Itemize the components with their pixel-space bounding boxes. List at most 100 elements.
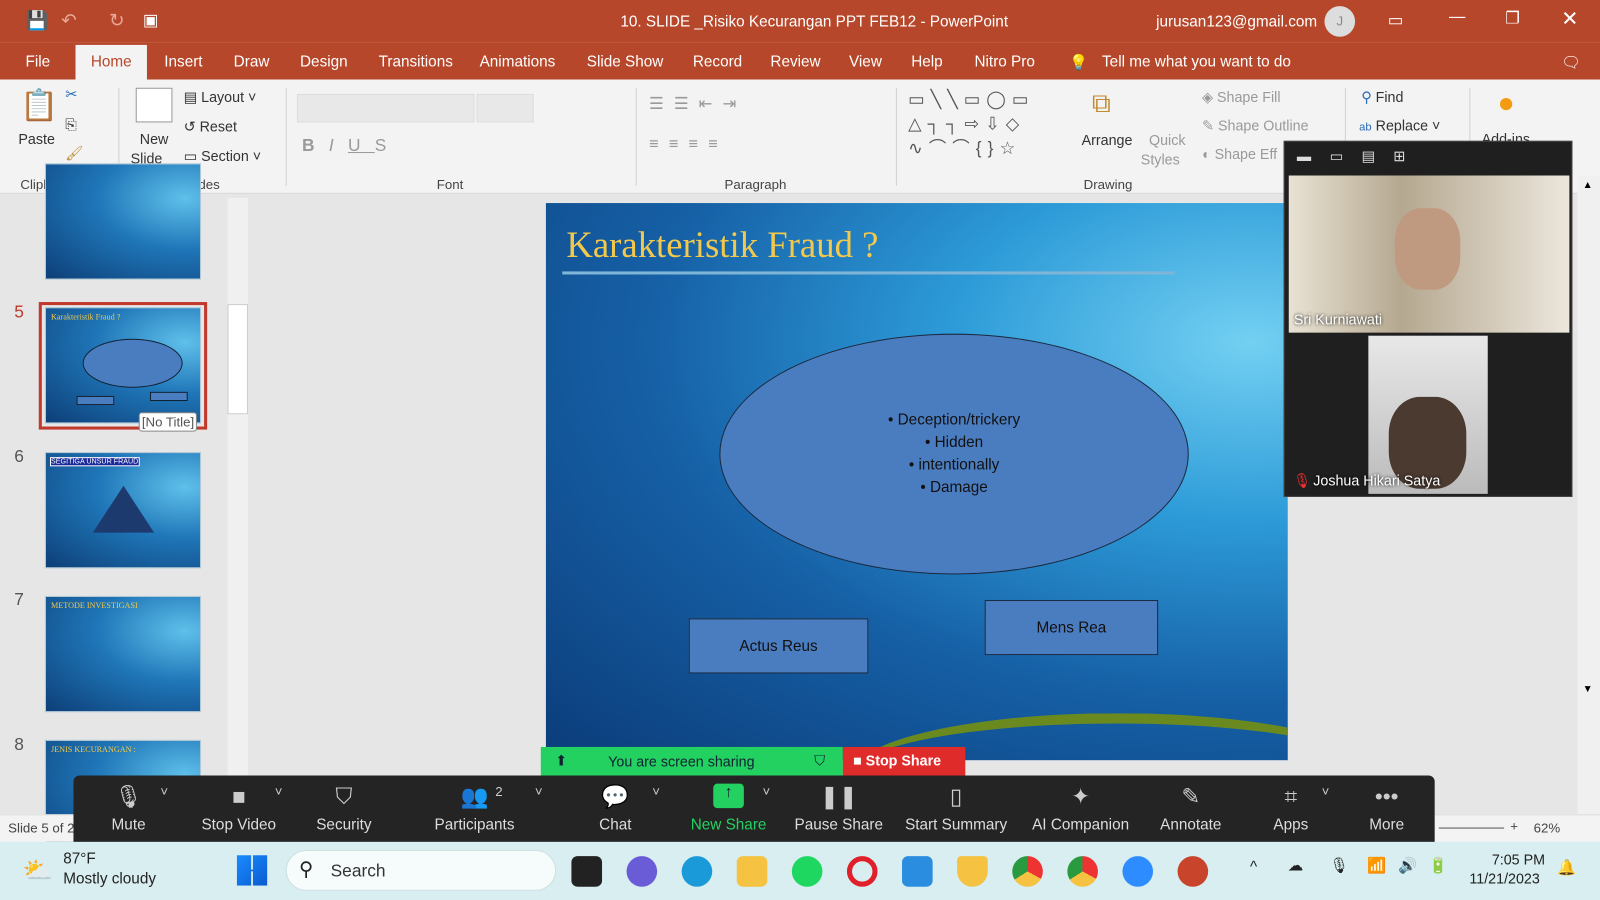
arrange-button[interactable]: Arrange: [1082, 132, 1133, 148]
save-icon[interactable]: 💾: [26, 10, 49, 31]
security-shield-app-icon[interactable]: [957, 856, 988, 887]
mens-rea-box[interactable]: Mens Rea: [984, 599, 1159, 656]
weather-condition[interactable]: Mostly cloudy: [63, 870, 156, 887]
weather-temp[interactable]: 87°F: [63, 850, 96, 867]
participant-video[interactable]: Sri Kurniawati: [1288, 175, 1570, 333]
present-icon[interactable]: ▣: [143, 10, 158, 30]
tab-transitions[interactable]: Transitions: [379, 53, 453, 70]
paste-icon[interactable]: 📋: [20, 88, 58, 124]
teams-icon[interactable]: [626, 856, 658, 887]
shape-effects-button[interactable]: ◐ Shape Eff: [1202, 146, 1277, 162]
new-slide-button[interactable]: New: [140, 131, 169, 147]
opera-icon[interactable]: [846, 856, 878, 887]
thumbnail-scrollbar[interactable]: [227, 197, 248, 811]
more-dots-icon[interactable]: •••: [1375, 784, 1399, 811]
tab-help[interactable]: Help: [911, 53, 942, 70]
reset-button[interactable]: ↺ Reset: [184, 118, 237, 135]
redo-icon[interactable]: ↻: [109, 10, 124, 31]
shape-fill-button[interactable]: ◈ Shape Fill: [1202, 89, 1280, 106]
copy-icon[interactable]: ⎘: [65, 116, 76, 133]
close-icon[interactable]: ✕: [1561, 6, 1578, 32]
microphone-icon[interactable]: 🎙: [114, 784, 143, 811]
zoom-in-icon[interactable]: +: [1510, 818, 1518, 833]
slide-thumbnail-6[interactable]: SEGITIGA UNSUR FRAUD: [44, 452, 202, 569]
scrollbar-thumb[interactable]: [227, 304, 248, 415]
font-format-buttons[interactable]: BIUS: [302, 136, 401, 156]
slide-title[interactable]: Karakteristik Fraud ?: [566, 223, 878, 266]
apps-icon[interactable]: ⌗: [1284, 784, 1297, 811]
minimize-icon[interactable]: —: [1449, 8, 1465, 26]
more-button[interactable]: More: [1369, 816, 1404, 833]
chevron-down-icon[interactable]: ˅: [535, 784, 543, 799]
participants-icon[interactable]: 👥: [461, 784, 489, 811]
shapes-gallery[interactable]: ▭╲╲▭◯▭ △┐┐⇨⇩◇ ∿⌒⌒{}☆: [908, 88, 1071, 161]
tab-file[interactable]: File: [26, 53, 51, 70]
windows-start-icon[interactable]: [236, 855, 268, 886]
ai-companion-button[interactable]: AI Companion: [1032, 816, 1129, 833]
slide-thumbnail-7[interactable]: METODE INVESTIGASI: [44, 595, 202, 713]
video-camera-icon[interactable]: ■: [232, 784, 246, 811]
tab-home[interactable]: Home: [75, 44, 147, 80]
new-slide-icon[interactable]: [135, 87, 173, 123]
tab-record[interactable]: Record: [693, 53, 742, 70]
shape-outline-button[interactable]: ✎ Shape Outline: [1202, 117, 1308, 134]
participant-video[interactable]: [1368, 335, 1488, 494]
task-view-icon[interactable]: [571, 856, 603, 887]
chrome-profile-icon[interactable]: [1012, 856, 1043, 887]
tab-animations[interactable]: Animations: [480, 53, 556, 70]
notification-bell-icon[interactable]: 🔔: [1557, 858, 1576, 876]
scroll-down-icon[interactable]: ▼: [1583, 684, 1593, 695]
find-button[interactable]: ⚲ Find: [1361, 89, 1403, 106]
comments-icon[interactable]: 🗨: [1561, 53, 1580, 71]
tab-view[interactable]: View: [849, 53, 882, 70]
stop-share-button[interactable]: ■ Stop Share: [842, 746, 966, 776]
zoom-app-icon[interactable]: [1122, 856, 1154, 887]
taskbar-search[interactable]: ⚲ Search: [285, 849, 557, 891]
chat-icon[interactable]: 💬: [601, 784, 629, 811]
mute-button[interactable]: Mute: [112, 816, 146, 833]
avatar[interactable]: J: [1324, 6, 1356, 37]
mic-tray-icon[interactable]: 🎙: [1330, 856, 1349, 874]
slide-scrollbar[interactable]: ▲ ▼: [1577, 175, 1600, 815]
add-ins-icon[interactable]: [1499, 97, 1513, 111]
pause-icon[interactable]: ❚❚: [820, 784, 858, 811]
wifi-icon[interactable]: 📶: [1367, 856, 1386, 874]
ai-sparkle-icon[interactable]: ✦: [1071, 784, 1090, 811]
chevron-down-icon[interactable]: ˅: [652, 784, 660, 799]
security-button[interactable]: Security: [316, 816, 371, 833]
zoom-slider[interactable]: [1438, 827, 1505, 829]
spotify-icon[interactable]: [791, 856, 823, 887]
zoom-level[interactable]: 62%: [1534, 820, 1561, 835]
tab-nitro-pro[interactable]: Nitro Pro: [974, 53, 1034, 70]
font-family-input[interactable]: [296, 93, 475, 123]
apps-button[interactable]: Apps: [1273, 816, 1308, 833]
tab-slide-show[interactable]: Slide Show: [587, 53, 664, 70]
paste-button[interactable]: Paste: [18, 131, 55, 147]
slide-canvas[interactable]: Karakteristik Fraud ? • Deception/tricke…: [545, 203, 1288, 761]
tab-design[interactable]: Design: [300, 53, 348, 70]
new-share-button[interactable]: New Share: [691, 816, 767, 833]
participants-button[interactable]: Participants: [434, 816, 514, 833]
format-painter-icon[interactable]: 🖌: [65, 145, 83, 162]
cut-icon[interactable]: ✂: [65, 86, 77, 103]
align-buttons[interactable]: ≡≡≡≡: [649, 136, 728, 154]
show-hidden-icons[interactable]: ^: [1250, 858, 1257, 875]
actus-reus-box[interactable]: Actus Reus: [688, 618, 869, 674]
annotate-button[interactable]: Annotate: [1160, 816, 1221, 833]
new-share-icon[interactable]: ↑: [713, 783, 744, 809]
clock-time[interactable]: 7:05 PM: [1492, 851, 1545, 867]
chevron-down-icon[interactable]: ˅: [275, 784, 283, 799]
clock-date[interactable]: 11/21/2023: [1469, 870, 1539, 886]
pencil-icon[interactable]: ✎: [1181, 784, 1200, 811]
weather-cloud-icon[interactable]: ⛅: [22, 856, 53, 886]
undo-icon[interactable]: ↶: [61, 10, 76, 31]
pause-share-button[interactable]: Pause Share: [795, 816, 884, 833]
quick-styles-button[interactable]: Quick: [1149, 132, 1186, 148]
characteristics-ellipse[interactable]: • Deception/trickery • Hidden • intentio…: [719, 333, 1189, 575]
chevron-down-icon[interactable]: ˅: [762, 784, 770, 799]
account-email[interactable]: jurusan123@gmail.com: [1156, 13, 1317, 30]
ribbon-display-icon[interactable]: ▭: [1388, 10, 1403, 30]
replace-button[interactable]: ab Replace ˅: [1359, 117, 1440, 133]
tab-draw[interactable]: Draw: [234, 53, 270, 70]
security-shield-icon[interactable]: ⛉: [335, 784, 352, 811]
